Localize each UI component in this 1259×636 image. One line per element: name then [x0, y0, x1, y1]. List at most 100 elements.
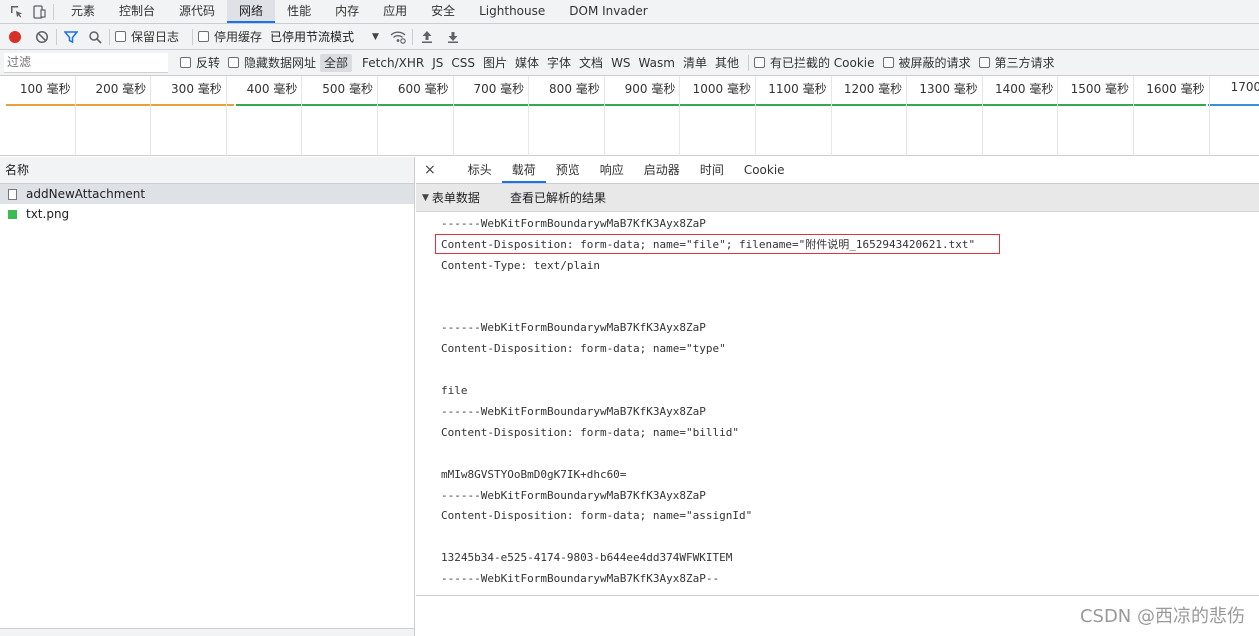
- payload-line: Content-Disposition: form-data; name="as…: [441, 509, 753, 523]
- checkbox-box[interactable]: [198, 31, 210, 42]
- filter-type-6[interactable]: 字体: [543, 54, 575, 72]
- timeline-tick-label: 800 毫秒: [549, 82, 600, 96]
- filter-type-2[interactable]: JS: [428, 54, 447, 72]
- filter-type-5[interactable]: 媒体: [511, 54, 543, 72]
- blocked-cookies-checkbox[interactable]: 有已拦截的 Cookie: [753, 54, 875, 71]
- timeline-tick-label: 700 毫秒: [473, 82, 525, 96]
- network-conditions-icon[interactable]: [389, 28, 407, 46]
- request-row-addnewattachment[interactable]: addNewAttachment: [0, 184, 414, 204]
- chevron-down-icon: ▼: [372, 31, 379, 42]
- disable-cache-label: 停用缓存: [214, 30, 263, 44]
- filter-type-1[interactable]: Fetch/XHR: [358, 54, 428, 72]
- payload-line: Content-Disposition: form-data; name="ty…: [441, 342, 726, 356]
- timeline-tick-label: 1600 毫秒: [1146, 82, 1205, 96]
- tab-4[interactable]: 性能: [275, 0, 323, 23]
- clear-icon[interactable]: [33, 28, 51, 46]
- name-column-header[interactable]: 名称: [0, 157, 414, 184]
- timeline-tick-label: 900 毫秒: [624, 82, 676, 96]
- name-column-label: 名称: [5, 163, 30, 177]
- tab-2[interactable]: 源代码: [167, 0, 227, 23]
- third-party-checkbox[interactable]: 第三方请求: [978, 54, 1055, 71]
- payload-line: file: [441, 384, 468, 398]
- detail-tab-3[interactable]: 响应: [590, 157, 634, 183]
- timeline-tick-label: 1400 毫秒: [995, 82, 1054, 96]
- checkbox-box[interactable]: [882, 57, 894, 68]
- timeline-tick: 1400 毫秒: [983, 76, 1059, 156]
- tab-0[interactable]: 元素: [59, 0, 107, 23]
- payload-line: [441, 360, 1259, 381]
- payload-line: ------WebKitFormBoundarywMaB7KfK3Ayx8ZaP: [441, 405, 706, 419]
- timeline-tick: 1700: [1210, 76, 1259, 156]
- disable-cache-checkbox[interactable]: 停用缓存: [198, 28, 262, 45]
- detail-tab-6[interactable]: Cookie: [734, 157, 795, 183]
- toolbar-separator: [411, 28, 413, 45]
- filter-input[interactable]: [4, 52, 168, 73]
- search-icon[interactable]: [86, 28, 104, 46]
- payload-source: ------WebKitFormBoundarywMaB7KfK3Ayx8ZaP…: [416, 212, 1259, 590]
- network-toolbar: 保留日志 停用缓存 已停用节流模式 ▼: [0, 24, 1259, 50]
- checkbox-box[interactable]: [753, 57, 765, 68]
- preserve-log-checkbox[interactable]: 保留日志: [115, 28, 179, 45]
- tab-3[interactable]: 网络: [227, 0, 276, 23]
- timeline-tick: 400 毫秒: [227, 76, 303, 156]
- payload-line: [441, 527, 1259, 548]
- filter-type-9[interactable]: Wasm: [635, 54, 679, 72]
- preserve-log-label: 保留日志: [131, 30, 180, 44]
- detail-tab-1[interactable]: 载荷: [501, 157, 546, 183]
- payload-line: [441, 298, 1259, 319]
- filter-type-3[interactable]: CSS: [447, 54, 479, 72]
- detail-tab-2[interactable]: 预览: [546, 157, 590, 183]
- request-row-txt-png[interactable]: txt.png: [0, 204, 414, 224]
- toolbar-separator: [56, 28, 57, 45]
- checkbox-box[interactable]: [180, 57, 191, 68]
- third-party-label: 第三方请求: [994, 56, 1055, 70]
- hide-data-urls-checkbox[interactable]: 隐藏数据网址: [228, 54, 316, 71]
- resource-type-filters: 全部 Fetch/XHR JS CSS 图片 媒体 字体 文档 WS Wasm 清单 其他: [320, 53, 743, 72]
- detail-tab-4[interactable]: 启动器: [634, 157, 690, 183]
- payload-line: 13245b34-e525-4174-9803-b644ee4dd374WFWK…: [441, 551, 733, 565]
- checkbox-box[interactable]: [978, 57, 990, 68]
- tab-1[interactable]: 控制台: [107, 0, 167, 23]
- invert-checkbox[interactable]: 反转: [180, 54, 220, 71]
- filter-type-10[interactable]: 清单: [679, 54, 711, 72]
- throttling-label: 已停用节流模式: [270, 30, 355, 44]
- timeline-tick: 1300 毫秒: [907, 76, 983, 156]
- checkbox-box[interactable]: [115, 31, 126, 42]
- filter-type-4[interactable]: 图片: [479, 54, 511, 72]
- filter-type-0[interactable]: 全部: [320, 53, 353, 72]
- device-toolbar-icon[interactable]: [30, 3, 48, 21]
- status-bar: [0, 628, 414, 636]
- timeline-tick-label: 400 毫秒: [246, 82, 298, 96]
- blocked-cookies-label: 有已拦截的 Cookie: [769, 56, 875, 70]
- toolbar-separator: [192, 28, 194, 45]
- request-detail-panel: × 标头 载荷 预览 响应 启动器 时间 Cookie ▼ 表单数据 查看已解析的结果 --…: [416, 157, 1259, 636]
- throttling-select[interactable]: 已停用节流模式 ▼: [270, 28, 379, 45]
- blocked-requests-checkbox[interactable]: 被屏蔽的请求: [882, 54, 971, 71]
- filter-type-11[interactable]: 其他: [711, 54, 743, 72]
- timeline-tick-label: 1700: [1230, 80, 1259, 94]
- tab-5[interactable]: 内存: [323, 0, 371, 23]
- payload-line: [441, 277, 1259, 298]
- timeline-tick-label: 1500 毫秒: [1070, 82, 1129, 96]
- timeline-overview[interactable]: 100 毫秒 200 毫秒 300 毫秒 400 毫秒 500 毫秒 600 毫秒 700 …: [0, 76, 1259, 156]
- export-har-icon[interactable]: [444, 28, 462, 46]
- tab-7[interactable]: 安全: [419, 0, 467, 23]
- detail-tab-0[interactable]: 标头: [458, 157, 502, 183]
- import-har-icon[interactable]: [418, 28, 436, 46]
- tab-8[interactable]: Lighthouse: [467, 0, 557, 23]
- detail-tab-5[interactable]: 时间: [690, 157, 734, 183]
- tab-6[interactable]: 应用: [371, 0, 419, 23]
- close-icon[interactable]: ×: [416, 162, 444, 178]
- filter-separator: [747, 54, 749, 71]
- tab-9[interactable]: DOM Invader: [557, 0, 659, 23]
- request-name: addNewAttachment: [26, 187, 146, 201]
- filter-icon[interactable]: [62, 28, 80, 46]
- filter-type-7[interactable]: 文档: [575, 54, 607, 72]
- toolbar-separator: [109, 28, 110, 45]
- checkbox-box[interactable]: [228, 57, 240, 68]
- form-data-section-header[interactable]: ▼ 表单数据 查看已解析的结果: [416, 184, 1259, 212]
- filter-type-8[interactable]: WS: [607, 54, 634, 72]
- view-parsed-link[interactable]: 查看已解析的结果: [510, 189, 606, 206]
- inspect-element-icon[interactable]: [8, 3, 26, 21]
- record-icon[interactable]: [6, 28, 24, 46]
